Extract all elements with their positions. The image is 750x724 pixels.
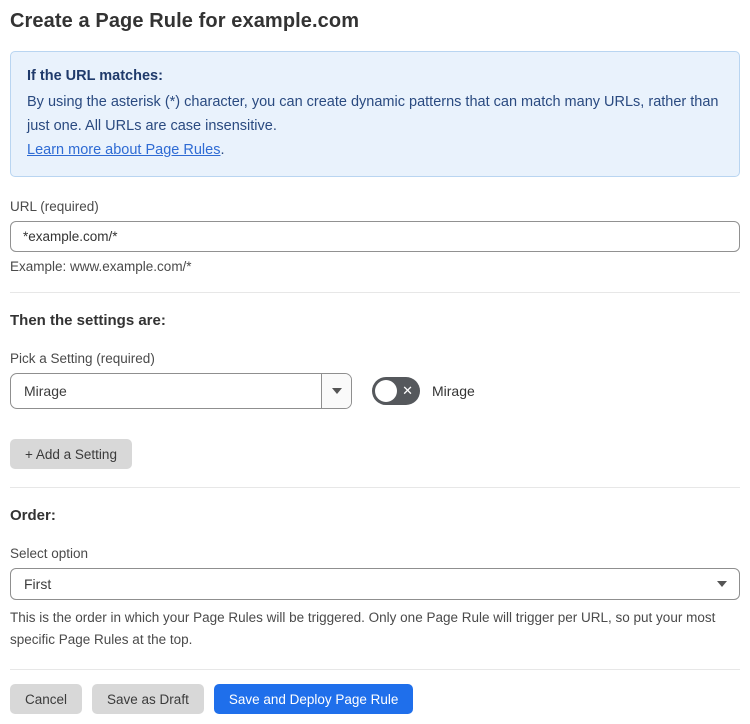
mirage-toggle-group: ✕ Mirage bbox=[372, 377, 475, 405]
order-select[interactable]: First bbox=[10, 568, 740, 600]
chevron-down-icon bbox=[717, 581, 727, 587]
toggle-knob bbox=[375, 380, 397, 402]
mirage-toggle-label: Mirage bbox=[432, 383, 475, 399]
save-as-draft-button[interactable]: Save as Draft bbox=[92, 684, 204, 714]
create-page-rule-form: Create a Page Rule for example.com If th… bbox=[0, 0, 750, 724]
setting-combobox[interactable]: Mirage bbox=[10, 373, 352, 409]
learn-more-link[interactable]: Learn more about Page Rules bbox=[27, 142, 220, 158]
chevron-down-icon bbox=[331, 388, 342, 394]
cancel-button[interactable]: Cancel bbox=[10, 684, 83, 714]
setting-picker-label: Pick a Setting (required) bbox=[10, 351, 155, 366]
order-select-value: First bbox=[24, 576, 52, 592]
info-box-body: By using the asterisk (*) character, you… bbox=[27, 94, 719, 134]
order-select-label: Select option bbox=[10, 546, 89, 561]
url-field-label: URL (required) bbox=[10, 199, 99, 214]
url-field-hint: Example: www.example.com/* bbox=[10, 259, 192, 274]
divider bbox=[10, 292, 740, 293]
info-box-heading: If the URL matches: bbox=[27, 68, 163, 84]
info-box-link-line: Learn more about Page Rules. bbox=[27, 138, 723, 162]
save-and-deploy-button[interactable]: Save and Deploy Page Rule bbox=[213, 684, 414, 714]
settings-section-heading: Then the settings are: bbox=[10, 312, 166, 329]
mirage-toggle[interactable]: ✕ bbox=[372, 377, 420, 405]
link-suffix: . bbox=[220, 142, 225, 158]
add-setting-button[interactable]: + Add a Setting bbox=[10, 439, 132, 469]
url-match-info-box: If the URL matches: By using the asteris… bbox=[10, 51, 740, 177]
setting-combobox-value: Mirage bbox=[24, 383, 67, 399]
footer-actions: Cancel Save as Draft Save and Deploy Pag… bbox=[10, 684, 740, 714]
order-section-heading: Order: bbox=[10, 507, 56, 524]
toggle-off-x-icon: ✕ bbox=[402, 383, 413, 399]
page-title: Create a Page Rule for example.com bbox=[10, 10, 360, 32]
setting-combobox-arrow-button[interactable] bbox=[321, 374, 351, 408]
url-input[interactable] bbox=[10, 221, 740, 252]
divider bbox=[10, 669, 740, 670]
order-help-text: This is the order in which your Page Rul… bbox=[10, 610, 716, 647]
setting-row: Mirage ✕ Mirage bbox=[10, 373, 740, 409]
divider bbox=[10, 487, 740, 488]
